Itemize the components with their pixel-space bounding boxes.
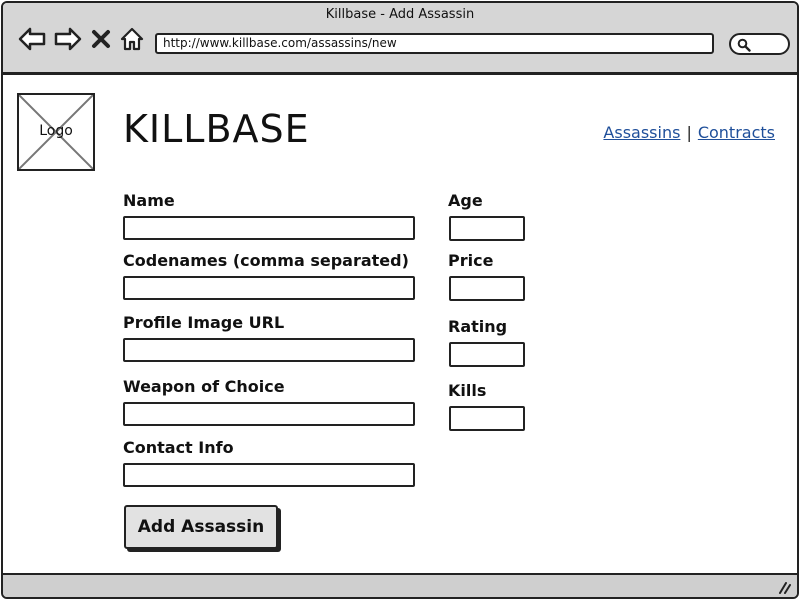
codenames-input[interactable] [123, 276, 415, 300]
top-navigation: Assassins | Contracts [603, 123, 775, 142]
name-input[interactable] [123, 216, 415, 240]
age-input[interactable] [449, 216, 525, 241]
kills-input[interactable] [449, 406, 525, 431]
forward-arrow-icon[interactable] [53, 25, 83, 53]
nav-separator: | [686, 123, 692, 142]
profile-image-label: Profile Image URL [123, 313, 285, 332]
close-x-icon[interactable] [89, 25, 113, 53]
status-bar [3, 573, 797, 597]
price-input[interactable] [449, 276, 525, 301]
contact-label: Contact Info [123, 438, 234, 457]
browser-search[interactable] [729, 33, 790, 55]
name-label: Name [123, 191, 175, 210]
nav-link-contracts[interactable]: Contracts [698, 123, 775, 142]
logo-label: Logo [39, 123, 73, 139]
resize-grip-icon[interactable] [777, 580, 791, 594]
codenames-label: Codenames (comma separated) [123, 251, 409, 270]
contact-input[interactable] [123, 463, 415, 487]
url-bar[interactable]: http://www.killbase.com/assassins/new [155, 33, 714, 54]
logo-placeholder: Logo [17, 93, 95, 171]
rating-input[interactable] [449, 342, 525, 367]
browser-window: Killbase - Add Assassin http://www.killb… [1, 1, 799, 599]
add-assassin-button[interactable]: Add Assassin [124, 505, 278, 549]
rating-label: Rating [448, 317, 508, 336]
weapon-input[interactable] [123, 402, 415, 426]
window-title: Killbase - Add Assassin [325, 7, 475, 22]
price-label: Price [448, 251, 494, 270]
profile-image-input[interactable] [123, 338, 415, 362]
nav-link-assassins[interactable]: Assassins [603, 123, 680, 142]
kills-label: Kills [448, 381, 487, 400]
brand-title: KILLBASE [123, 107, 310, 151]
back-arrow-icon[interactable] [17, 25, 47, 53]
age-label: Age [448, 191, 483, 210]
search-icon [737, 38, 751, 52]
browser-chrome: Killbase - Add Assassin http://www.killb… [3, 3, 797, 75]
weapon-label: Weapon of Choice [123, 377, 285, 396]
home-icon[interactable] [117, 25, 147, 53]
